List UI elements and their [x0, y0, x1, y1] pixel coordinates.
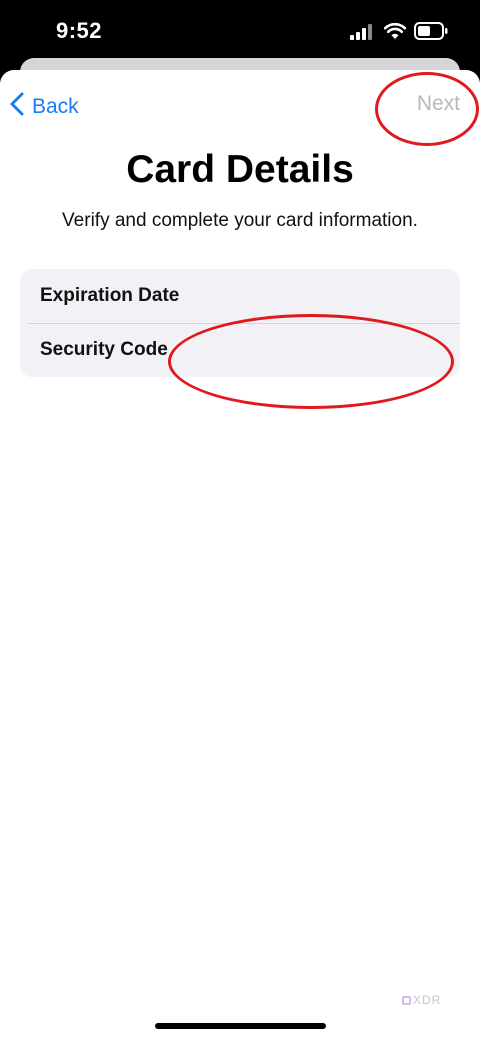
card-details-sheet: Back Next Card Details Verify and comple… [0, 70, 480, 1039]
watermark-logo: XDR [402, 993, 441, 1007]
back-button-label: Back [32, 95, 79, 118]
home-indicator[interactable] [155, 1023, 326, 1029]
page-title: Card Details [126, 148, 354, 191]
back-button[interactable]: Back [10, 92, 79, 122]
phone-screen: 9:52 Back Next Card Details Verify and c… [0, 0, 480, 1039]
expiration-date-field[interactable]: Expiration Date [20, 269, 460, 323]
battery-icon [414, 22, 448, 45]
status-bar: 9:52 [0, 0, 480, 62]
status-time: 9:52 [56, 18, 103, 43]
wifi-icon [383, 22, 407, 45]
next-highlight-circle [375, 72, 479, 146]
cellular-signal-icon [350, 24, 374, 45]
security-code-highlight-circle [168, 314, 454, 409]
chevron-left-icon [10, 92, 32, 122]
security-code-label: Security Code [40, 339, 168, 360]
page-subtitle: Verify and complete your card informatio… [62, 210, 418, 231]
expiration-date-label: Expiration Date [40, 285, 180, 306]
